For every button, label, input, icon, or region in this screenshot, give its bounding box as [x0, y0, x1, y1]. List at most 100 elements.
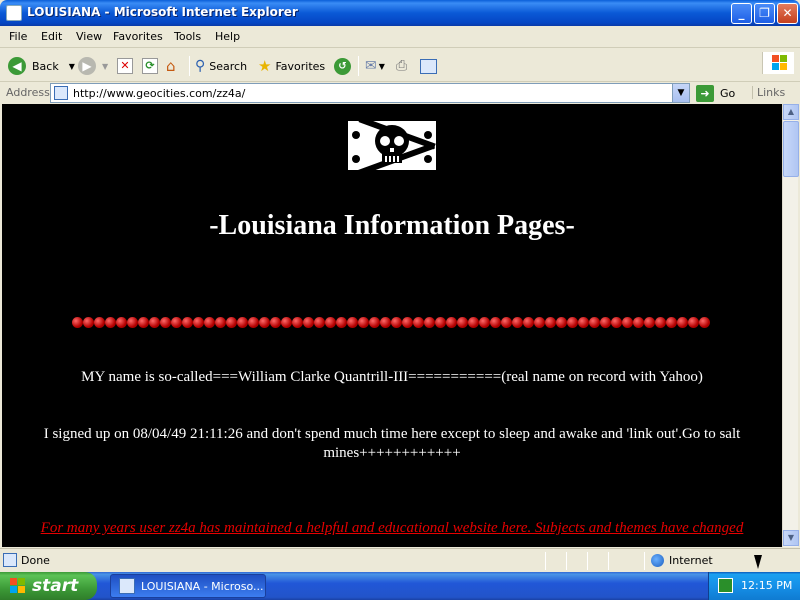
toolbar-separator: [358, 56, 359, 76]
red-bead: [369, 317, 380, 328]
scroll-up-icon[interactable]: ▲: [783, 104, 799, 120]
skull-crossbones-image: [348, 121, 436, 170]
red-bead: [171, 317, 182, 328]
taskbar-ie-button[interactable]: LOUISIANA - Microso...: [110, 574, 266, 598]
address-dropdown-icon[interactable]: ▼: [672, 84, 689, 102]
red-bead: [446, 317, 457, 328]
stop-button[interactable]: ✕: [117, 55, 133, 77]
start-label: start: [32, 576, 79, 596]
forward-button[interactable]: ▶ ▼: [78, 55, 108, 77]
red-bead: [545, 317, 556, 328]
go-button[interactable]: ➜ Go: [696, 84, 735, 102]
links-toolbar[interactable]: Links: [752, 86, 785, 99]
menu-help[interactable]: Help: [215, 30, 240, 43]
network-tray-icon[interactable]: [718, 578, 733, 593]
mail-dropdown-icon[interactable]: ▼: [379, 62, 385, 71]
back-button[interactable]: ◀ Back ▼: [8, 55, 75, 77]
ie-window: LOUISIANA - Microsoft Internet Explorer …: [0, 0, 800, 572]
print-button[interactable]: ⎙: [396, 55, 407, 77]
address-label: Address: [6, 86, 50, 99]
red-bead: [149, 317, 160, 328]
red-bead: [424, 317, 435, 328]
red-bead: [611, 317, 622, 328]
red-bead: [215, 317, 226, 328]
search-button[interactable]: ⚲ Search: [195, 55, 247, 77]
red-bead: [138, 317, 149, 328]
page-heading: -Louisiana Information Pages-: [209, 210, 575, 241]
red-bead: [259, 317, 270, 328]
back-arrow-icon: ◀: [8, 57, 26, 75]
red-bead: [501, 317, 512, 328]
red-bead: [358, 317, 369, 328]
favorites-button[interactable]: ★ Favorites: [258, 55, 325, 77]
minimize-button[interactable]: _: [731, 3, 752, 24]
edit-button[interactable]: [420, 55, 437, 77]
red-bead: [413, 317, 424, 328]
red-bead: [325, 317, 336, 328]
scroll-thumb[interactable]: [783, 121, 799, 177]
red-bead: [72, 317, 83, 328]
red-bead: [270, 317, 281, 328]
menu-bar: File Edit View Favorites Tools Help: [0, 26, 800, 74]
red-bead: [314, 317, 325, 328]
refresh-icon: ⟳: [142, 58, 158, 74]
name-paragraph: MY name is so-called===William Clarke Qu…: [81, 369, 703, 385]
status-divider: [587, 552, 588, 570]
refresh-button[interactable]: ⟳: [142, 55, 158, 77]
red-bead: [248, 317, 259, 328]
vertical-scrollbar[interactable]: ▲ ▼: [782, 104, 799, 547]
search-label: Search: [209, 59, 248, 73]
status-divider: [545, 552, 546, 570]
home-button[interactable]: ⌂: [166, 55, 183, 77]
system-tray: 12:15 PM: [708, 572, 800, 600]
red-bead: [655, 317, 666, 328]
red-bead: [204, 317, 215, 328]
go-label: Go: [720, 86, 736, 100]
red-bead: [402, 317, 413, 328]
scroll-down-icon[interactable]: ▼: [783, 530, 799, 546]
red-bead: [589, 317, 600, 328]
back-dropdown-icon[interactable]: ▼: [69, 62, 75, 71]
menu-view[interactable]: View: [76, 30, 102, 43]
red-bead: [391, 317, 402, 328]
red-bead: [677, 317, 688, 328]
status-bar: Done Internet: [0, 548, 800, 572]
red-bead-divider: [72, 317, 712, 328]
taskbar-ie-label: LOUISIANA - Microso...: [141, 579, 264, 593]
history-button[interactable]: ↺: [334, 55, 351, 77]
mail-button[interactable]: ✉ ▼: [365, 55, 385, 77]
search-icon: ⚲: [195, 58, 206, 74]
status-divider: [644, 552, 645, 570]
red-bead: [556, 317, 567, 328]
address-input[interactable]: http://www.geocities.com/zz4a/ ▼: [50, 83, 690, 103]
close-button[interactable]: ✕: [777, 3, 798, 24]
ie-icon: [119, 578, 135, 594]
toolbar-separator: [189, 56, 190, 76]
red-bead: [380, 317, 391, 328]
menu-tools[interactable]: Tools: [174, 30, 201, 43]
red-bead: [303, 317, 314, 328]
red-bead: [182, 317, 193, 328]
page-content: -Louisiana Information Pages- MY name is…: [2, 104, 782, 547]
red-bead: [622, 317, 633, 328]
red-bead: [94, 317, 105, 328]
menu-file[interactable]: File: [9, 30, 27, 43]
red-bead: [193, 317, 204, 328]
ie-page-icon: [6, 5, 22, 21]
red-bead: [688, 317, 699, 328]
menu-favorites[interactable]: Favorites: [113, 30, 163, 43]
start-button[interactable]: start: [0, 572, 97, 600]
red-bead: [127, 317, 138, 328]
maximize-button[interactable]: ❐: [754, 3, 775, 24]
red-bead: [292, 317, 303, 328]
stop-icon: ✕: [117, 58, 133, 74]
red-notice-link[interactable]: For many years user zz4a has maintained …: [16, 519, 768, 538]
favorites-label: Favorites: [275, 59, 326, 73]
signup-paragraph-line2: mines++++++++++++: [323, 445, 461, 461]
red-bead: [512, 317, 523, 328]
menu-edit[interactable]: Edit: [41, 30, 62, 43]
forward-dropdown-icon[interactable]: ▼: [102, 62, 108, 71]
red-bead: [534, 317, 545, 328]
title-bar[interactable]: LOUISIANA - Microsoft Internet Explorer …: [0, 0, 800, 26]
go-arrow-icon: ➜: [696, 84, 714, 102]
